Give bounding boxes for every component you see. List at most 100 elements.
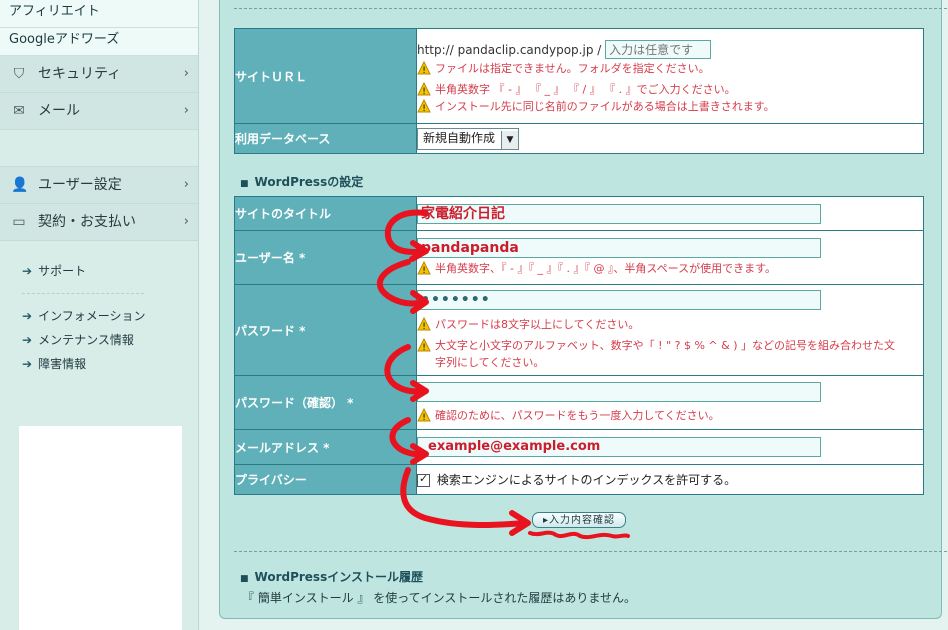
password-confirm-cell: ! 確認のために、パスワードをもう一度入力してください。 bbox=[416, 375, 924, 430]
install-history-heading: ■ WordPressインストール履歴 bbox=[240, 568, 423, 585]
index-permission-checkbox[interactable]: ✓ bbox=[417, 472, 430, 487]
arrow-right-icon: ➔ bbox=[22, 309, 33, 323]
sidebar-link-information[interactable]: ➔ インフォメーション bbox=[22, 304, 198, 328]
link-label: インフォメーション bbox=[38, 309, 146, 323]
chevron-right-icon: › bbox=[183, 214, 189, 229]
sidebar-item-label: ユーザー設定 bbox=[38, 177, 122, 193]
link-label: サポート bbox=[38, 264, 87, 278]
wordpress-settings-table: サイトのタイトル 家電紹介日記 ユーザー名 * pandapanda ! 半角英数… bbox=[234, 196, 924, 495]
svg-text:!: ! bbox=[422, 66, 426, 75]
arrow-right-icon: ➔ bbox=[22, 333, 33, 347]
warning-text: 半角英数字 『 - 』 『 _ 』 『 / 』 『 . 』でご入力ください。 bbox=[435, 82, 736, 96]
sidebar-item-mail[interactable]: ✉ メール › bbox=[0, 93, 198, 130]
divider bbox=[22, 293, 144, 294]
warning-icon: ! bbox=[417, 98, 431, 113]
site-url-label: サイトＵＲＬ bbox=[234, 28, 417, 124]
sidebar-spacer bbox=[0, 130, 198, 167]
database-label: 利用データベース bbox=[234, 123, 417, 154]
warning-icon: ! bbox=[417, 60, 431, 75]
site-settings-table: サイトＵＲＬ http:// pandaclip.candypop.jp / !… bbox=[234, 28, 924, 154]
password-label: パスワード * bbox=[234, 284, 417, 376]
site-url-cell: http:// pandaclip.candypop.jp / ! ファイルは指定… bbox=[416, 28, 924, 124]
svg-text:!: ! bbox=[422, 104, 426, 113]
username-label: ユーザー名 * bbox=[234, 230, 417, 285]
warning-row: ! 確認のために、パスワードをもう一度入力してください。 bbox=[417, 407, 923, 424]
sidebar-blank-area bbox=[19, 426, 182, 630]
warning-icon: ! bbox=[417, 337, 431, 352]
sidebar-links: ➔ サポート ➔ インフォメーション ➔ メンテナンス情報 ➔ 障害情報 bbox=[0, 241, 198, 376]
sidebar-item-affiliate[interactable]: アフィリエイト bbox=[0, 0, 198, 28]
confirm-input-button[interactable]: ▸入力内容確認 bbox=[532, 512, 626, 528]
email-input[interactable]: example@example.com bbox=[417, 437, 821, 457]
square-bullet-icon: ■ bbox=[240, 179, 249, 189]
warning-text: 大文字と小文字のアルファベット、数字や「 ! " ? $ % ^ & ) 」など… bbox=[435, 338, 895, 352]
privacy-label: プライバシー bbox=[234, 464, 417, 495]
sidebar: アフィリエイト Googleアドワーズ ⛉ セキュリティ › ✉ メール › 👤… bbox=[0, 0, 199, 630]
sidebar-link-failure-info[interactable]: ➔ 障害情報 bbox=[22, 352, 198, 376]
sidebar-item-security[interactable]: ⛉ セキュリティ › bbox=[0, 56, 198, 93]
sidebar-item-contract-payment[interactable]: ▭ 契約・お支払い › bbox=[0, 204, 198, 241]
warning-text: 半角英数字、『 - 』『 _ 』『 . 』『 @ 』、半角スペースが使用できます… bbox=[435, 262, 777, 275]
sidebar-link-maintenance[interactable]: ➔ メンテナンス情報 bbox=[22, 328, 198, 352]
warning-icon: ! bbox=[417, 261, 431, 275]
svg-text:!: ! bbox=[422, 322, 426, 331]
database-select-value: 新規自動作成 bbox=[423, 130, 496, 145]
divider bbox=[234, 8, 948, 9]
square-bullet-icon: ■ bbox=[240, 574, 249, 584]
warning-text: インストール先に同じ名前のファイルがある場合は上書きされます。 bbox=[435, 99, 775, 113]
username-cell: pandapanda ! 半角英数字、『 - 』『 _ 』『 . 』『 @ 』、半… bbox=[416, 230, 924, 285]
arrow-right-icon: ➔ bbox=[22, 357, 33, 371]
sidebar-item-user-settings[interactable]: 👤 ユーザー設定 › bbox=[0, 167, 198, 204]
divider bbox=[234, 551, 948, 552]
username-input[interactable]: pandapanda bbox=[417, 238, 821, 258]
sidebar-link-support[interactable]: ➔ サポート bbox=[22, 259, 198, 283]
section-title: WordPressインストール履歴 bbox=[254, 570, 423, 584]
password-confirm-label: パスワード（確認） * bbox=[234, 375, 417, 430]
site-url-prefix: http:// pandaclip.candypop.jp / bbox=[417, 42, 602, 57]
password-confirm-input[interactable] bbox=[417, 381, 821, 402]
warning-icon: ! bbox=[417, 81, 431, 96]
warning-text: 確認のために、パスワードをもう一度入力してください。 bbox=[435, 408, 720, 422]
credit-card-icon: ▭ bbox=[12, 214, 26, 230]
chevron-right-icon: › bbox=[183, 66, 189, 81]
sidebar-top-group: アフィリエイト Googleアドワーズ bbox=[0, 0, 198, 56]
sidebar-item-label: セキュリティ bbox=[38, 66, 122, 82]
svg-text:!: ! bbox=[422, 343, 426, 352]
link-label: 障害情報 bbox=[38, 357, 87, 371]
warning-row: ! パスワードは8文字以上にしてください。 bbox=[417, 316, 923, 333]
password-input[interactable]: ••••••• bbox=[417, 289, 821, 310]
index-permission-label[interactable]: 検索エンジンによるサイトのインデックスを許可する。 bbox=[437, 473, 736, 487]
site-title-label: サイトのタイトル bbox=[234, 196, 417, 231]
warning-row: ! ファイルは指定できません。フォルダを指定ください。 bbox=[417, 60, 923, 77]
mail-icon: ✉ bbox=[13, 103, 25, 119]
arrow-right-icon: ➔ bbox=[22, 264, 33, 278]
install-history-empty-text: 『 簡単インストール 』 を使ってインストールされた履歴はありません。 bbox=[242, 591, 637, 605]
svg-text:!: ! bbox=[422, 413, 426, 422]
chevron-right-icon: › bbox=[183, 177, 189, 192]
site-title-cell: 家電紹介日記 bbox=[416, 196, 924, 231]
warning-text-cont: 字列にしてください。 bbox=[435, 355, 545, 369]
checkmark-icon: ✓ bbox=[419, 472, 429, 485]
warning-row: ! 半角英数字、『 - 』『 _ 』『 . 』『 @ 』、半角スペースが使用できま… bbox=[417, 260, 923, 277]
warning-row: ! 大文字と小文字のアルファベット、数字や「 ! " ? $ % ^ & ) 」な… bbox=[417, 337, 923, 371]
database-select[interactable]: 新規自動作成 ▼ bbox=[417, 127, 520, 150]
sidebar-item-label: メール bbox=[38, 103, 80, 119]
site-url-path-input[interactable] bbox=[605, 40, 712, 59]
site-title-input[interactable]: 家電紹介日記 bbox=[417, 203, 821, 224]
warning-text: ファイルは指定できません。フォルダを指定ください。 bbox=[435, 61, 710, 75]
confirm-button-label: 入力内容確認 bbox=[549, 515, 616, 526]
sidebar-item-google-adwords[interactable]: Googleアドワーズ bbox=[0, 28, 198, 56]
link-label: メンテナンス情報 bbox=[38, 333, 134, 347]
email-label: メールアドレス * bbox=[234, 429, 417, 465]
warning-icon: ! bbox=[417, 407, 431, 422]
warning-text: パスワードは8文字以上にしてください。 bbox=[435, 317, 640, 331]
chevron-right-icon: › bbox=[183, 103, 189, 118]
wordpress-settings-heading: ■ WordPressの設定 bbox=[240, 173, 363, 190]
user-icon: 👤 bbox=[11, 177, 29, 193]
svg-text:!: ! bbox=[422, 266, 426, 275]
warning-row: ! インストール先に同じ名前のファイルがある場合は上書きされます。 bbox=[417, 98, 923, 115]
chevron-down-icon: ▼ bbox=[501, 130, 519, 149]
database-cell: 新規自動作成 ▼ bbox=[416, 123, 924, 154]
section-title: WordPressの設定 bbox=[254, 175, 364, 189]
svg-text:!: ! bbox=[422, 87, 426, 96]
